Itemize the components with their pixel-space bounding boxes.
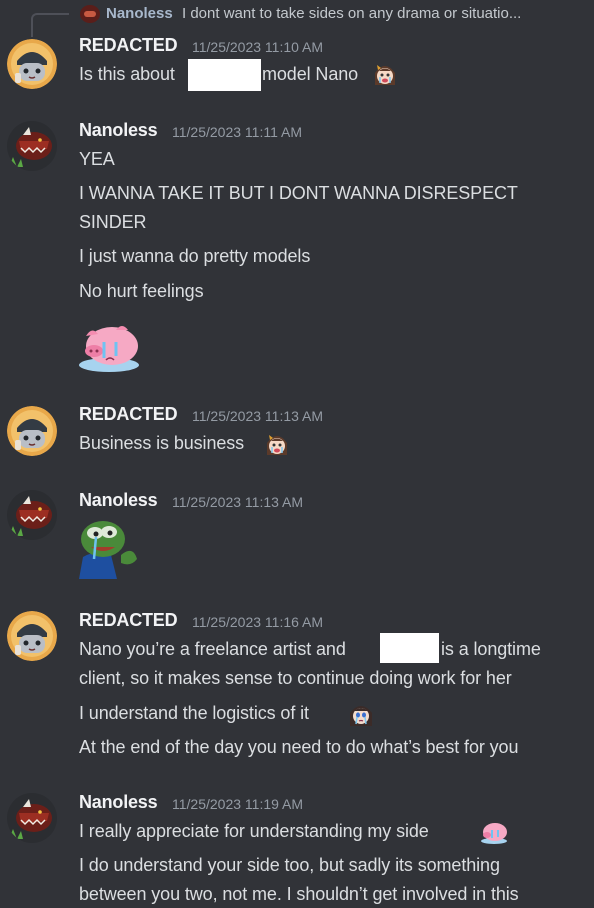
message-timestamp[interactable]: 11/25/2023 11:11 AM [172,124,302,140]
grey-cat-helmet-icon [7,406,57,456]
message-author[interactable]: REDACTED [79,610,178,631]
message-text: is a longtime [441,639,541,659]
nanoless-avatar[interactable] [7,793,57,843]
message-timestamp[interactable]: 11/25/2023 11:16 AM [192,614,323,630]
pink-pig-emoji-icon[interactable] [479,820,509,844]
message-author[interactable]: REDACTED [79,404,178,425]
message-text: I understand the logistics of it [79,703,309,723]
nanoless-avatar[interactable] [7,490,57,540]
reply-avatar-icon[interactable] [80,5,100,23]
message-text: SINDER [79,212,147,232]
reply-author[interactable]: Nanoless [106,5,173,22]
message-timestamp[interactable]: 11/25/2023 11:10 AM [192,39,323,55]
message-text: No hurt feelings [79,281,204,301]
message-timestamp[interactable]: 11/25/2023 11:19 AM [172,796,303,812]
message-author[interactable]: REDACTED [79,35,178,56]
crying-anime-girl-emoji-icon[interactable] [372,61,398,87]
message-author[interactable]: Nanoless [79,120,158,141]
red-dragon-icon [7,121,57,171]
red-dragon-icon [7,490,57,540]
message-text: model Nano [262,64,359,84]
message-text: Nano you’re a freelance artist and [79,639,346,659]
message-text: Business is business [79,433,245,453]
message-text: I really appreciate for understanding my… [79,821,429,841]
message-text: I just wanna do pretty models [79,246,311,266]
reply-preview-text[interactable]: I dont want to take sides on any drama o… [182,5,521,22]
message-author[interactable]: Nanoless [79,490,158,511]
crying-anime-girl-emoji-icon[interactable] [264,431,290,457]
redacted-avatar[interactable] [7,39,57,89]
crying-frog-sticker[interactable] [77,515,141,579]
crying-pink-pig-sticker[interactable] [76,318,142,374]
redacted-avatar[interactable] [7,611,57,661]
redacted-avatar[interactable] [7,406,57,456]
message-text: I do understand your side too, but sadly… [79,855,500,875]
nanoless-avatar[interactable] [7,121,57,171]
grey-cat-helmet-icon [7,611,57,661]
message-text: client, so it makes sense to continue do… [79,668,512,688]
reply-connector [31,13,69,37]
redaction-box [188,59,261,91]
message-author[interactable]: Nanoless [79,792,158,813]
grey-cat-helmet-icon [7,39,57,89]
red-dragon-icon [7,793,57,843]
message-text: At the end of the day you need to do wha… [79,737,519,757]
crying-anime-girl-blue-emoji-icon[interactable] [348,701,374,727]
message-text: I WANNA TAKE IT BUT I DONT WANNA DISRESP… [79,183,518,203]
message-timestamp[interactable]: 11/25/2023 11:13 AM [172,494,303,510]
message-text: between you two, not me. I shouldn’t get… [79,884,519,904]
message-timestamp[interactable]: 11/25/2023 11:13 AM [192,408,323,424]
redaction-box [380,633,439,663]
message-text: YEA [79,149,115,169]
message-text: Is this about [79,64,175,84]
